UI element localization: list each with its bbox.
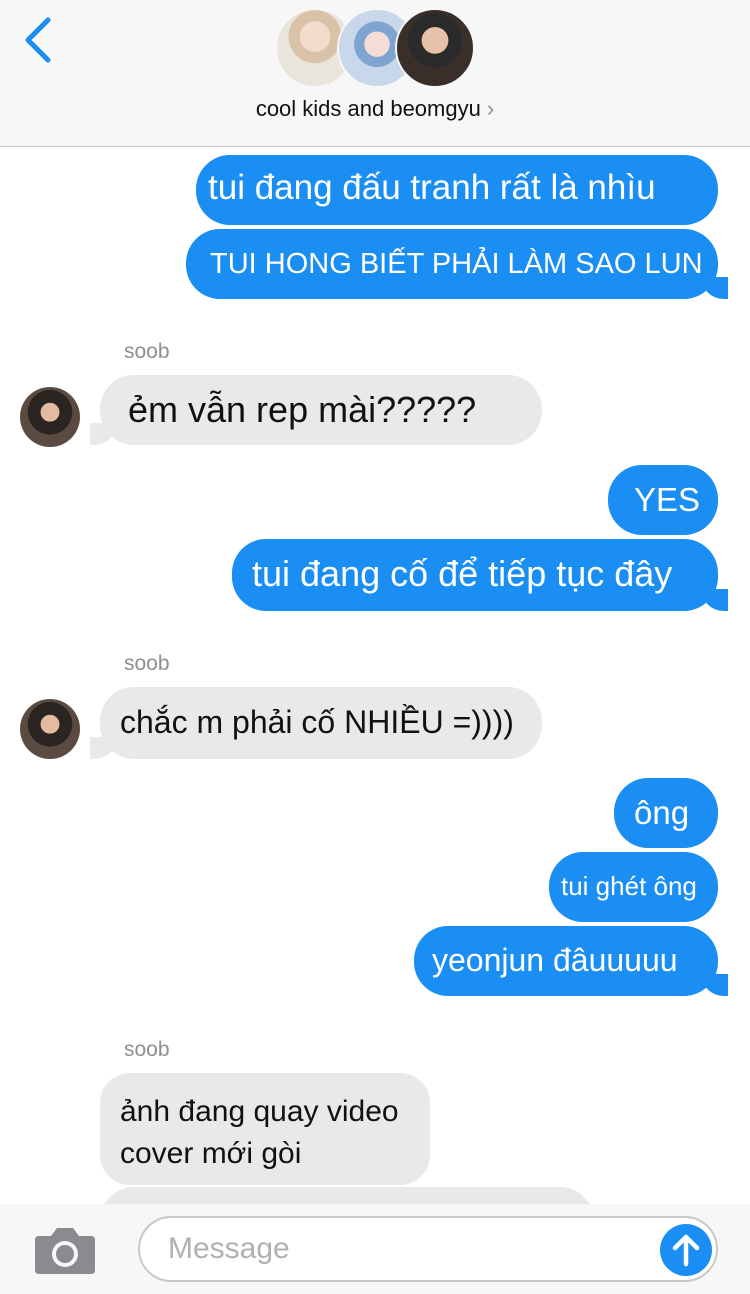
message-list[interactable]: tui đang đấu tranh rất là nhìu TUI HONG … bbox=[0, 147, 750, 1204]
group-name[interactable]: cool kids and beomgyu › bbox=[0, 96, 750, 122]
message-text: cover mới gòi bbox=[120, 1137, 302, 1170]
incoming-message[interactable]: chắc m phải cố NHIỀU =)))) bbox=[90, 687, 542, 759]
sender-name: soob bbox=[124, 652, 170, 675]
conversation-header: cool kids and beomgyu › bbox=[0, 0, 750, 147]
message-text: YES bbox=[634, 481, 701, 518]
compose-bar: Message bbox=[0, 1204, 750, 1294]
message-placeholder: Message bbox=[168, 1232, 290, 1265]
message-text: chắc m phải cố NHIỀU =)))) bbox=[120, 704, 514, 740]
chevron-left-icon[interactable] bbox=[18, 14, 58, 66]
group-name-label: cool kids and beomgyu bbox=[255, 96, 481, 121]
message-text: ẻm vẫn rep mài????? bbox=[128, 389, 477, 430]
outgoing-message[interactable]: tui ghét ông bbox=[549, 852, 718, 922]
message-text: tui đang đấu tranh rất là nhìu bbox=[208, 168, 656, 207]
outgoing-message[interactable]: YES bbox=[608, 465, 718, 535]
outgoing-message[interactable]: tui đang đấu tranh rất là nhìu bbox=[196, 155, 718, 225]
outgoing-message[interactable]: tui đang cố để tiếp tục đây bbox=[232, 539, 728, 611]
avatar bbox=[20, 387, 80, 447]
message-input[interactable]: Message bbox=[138, 1216, 718, 1282]
group-avatars[interactable] bbox=[275, 8, 475, 88]
message-text: ông bbox=[634, 794, 690, 831]
avatar bbox=[20, 699, 80, 759]
message-text: tui ghét ông bbox=[561, 871, 697, 901]
outgoing-message[interactable]: TUI HONG BIẾT PHẢI LÀM SAO LUN bbox=[186, 229, 728, 299]
outgoing-message[interactable]: yeonjun đâuuuuu bbox=[414, 926, 728, 996]
incoming-message[interactable]: ẻm vẫn rep mài????? bbox=[90, 375, 542, 445]
incoming-message[interactable]: ảnh đang quay video cover mới gòi bbox=[100, 1073, 430, 1185]
incoming-message-partial[interactable] bbox=[100, 1187, 594, 1204]
camera-icon[interactable] bbox=[33, 1222, 97, 1276]
sender-name: soob bbox=[124, 340, 170, 363]
send-button[interactable] bbox=[660, 1224, 712, 1276]
avatar bbox=[395, 8, 475, 88]
message-text: TUI HONG BIẾT PHẢI LÀM SAO LUN bbox=[210, 248, 703, 280]
message-text: yeonjun đâuuuuu bbox=[432, 942, 678, 978]
sender-name: soob bbox=[124, 1038, 170, 1061]
outgoing-message[interactable]: ông bbox=[614, 778, 718, 848]
message-text: tui đang cố để tiếp tục đây bbox=[252, 553, 673, 594]
chevron-right-icon: › bbox=[486, 96, 495, 121]
message-text: ảnh đang quay video bbox=[120, 1095, 399, 1128]
arrow-up-icon bbox=[672, 1234, 700, 1267]
